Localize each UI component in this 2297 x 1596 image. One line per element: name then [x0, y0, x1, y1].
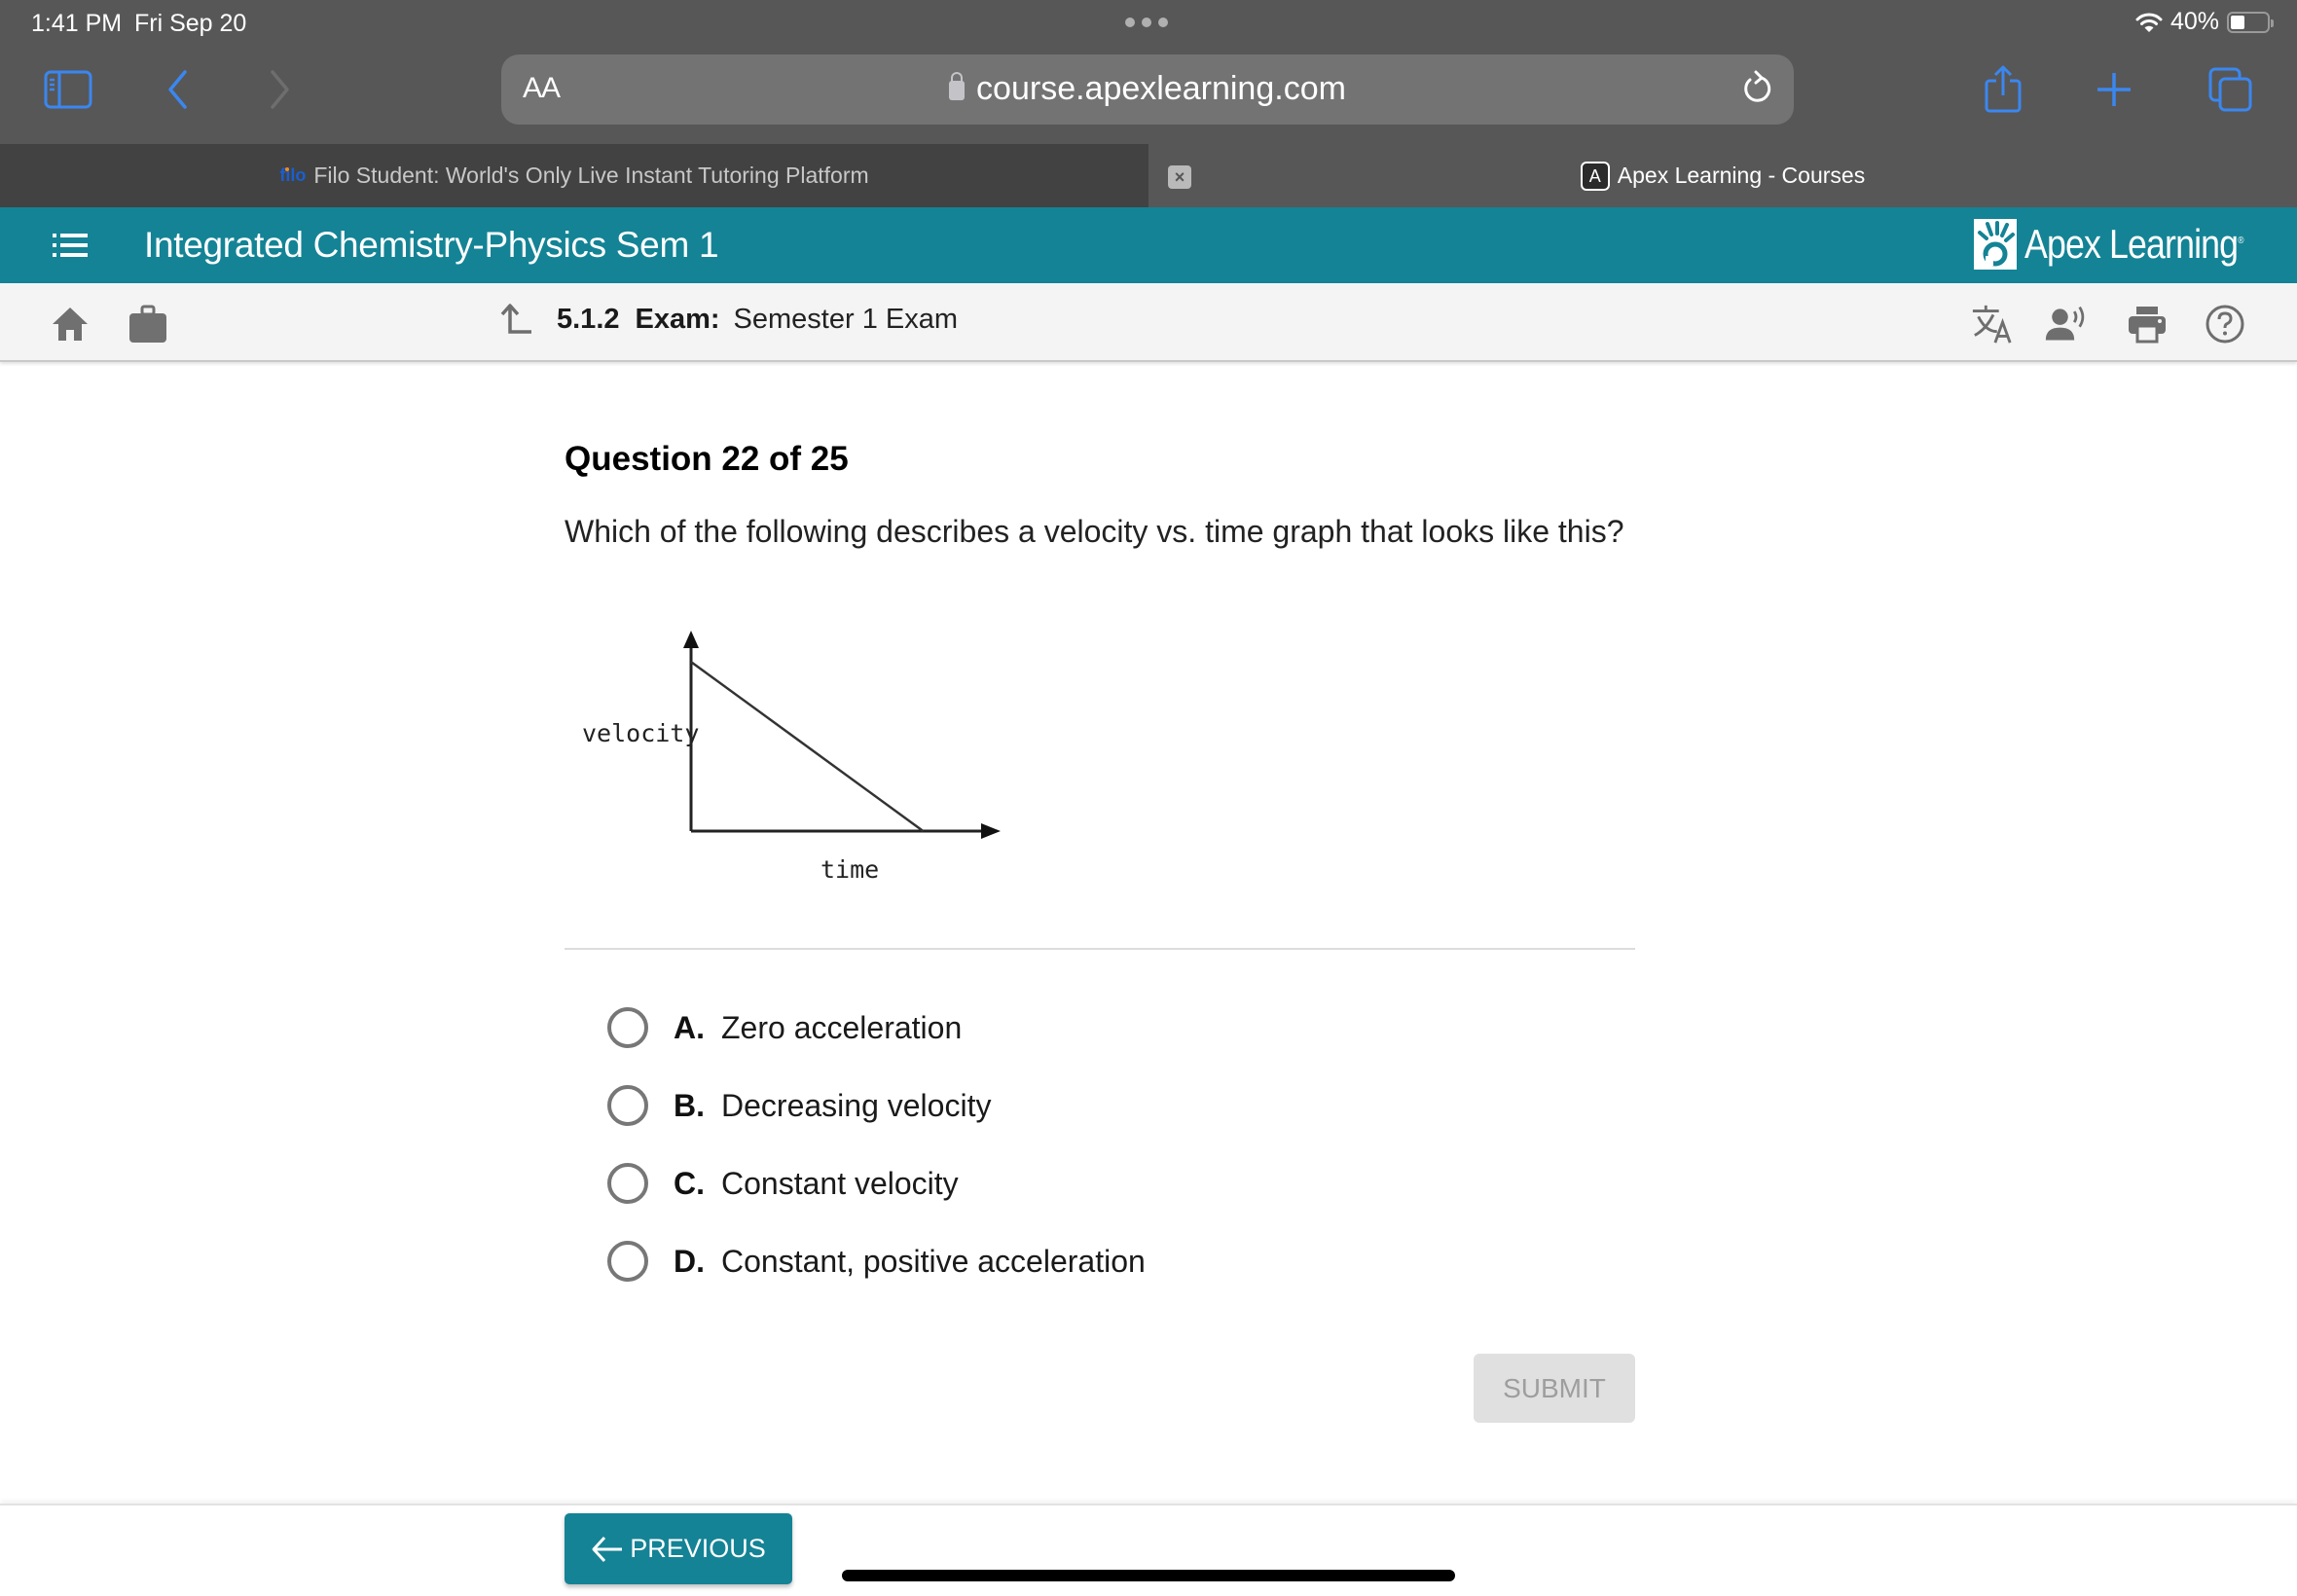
option-text: Constant velocity: [721, 1165, 959, 1201]
wifi-icon: [2135, 13, 2163, 32]
browser-tab-bar: filo Filo Student: World's Only Live Ins…: [0, 144, 2297, 207]
course-menu-button[interactable]: [51, 231, 90, 260]
series-line-velocity: [690, 661, 925, 833]
y-axis-arrow: [683, 631, 699, 648]
y-axis-label: velocity: [582, 719, 699, 747]
print-button[interactable]: [2126, 303, 2169, 345]
status-indicators: 40%: [2135, 8, 2274, 36]
reload-button[interactable]: [1741, 68, 1774, 112]
submit-button[interactable]: SUBMIT: [1474, 1354, 1635, 1423]
radio-button[interactable]: [607, 1241, 648, 1282]
arrow-left-icon: [592, 1536, 623, 1562]
status-time: 1:41 PM: [31, 10, 123, 37]
apex-favicon: A: [1580, 161, 1610, 191]
print-icon: [2129, 307, 2166, 344]
close-tab-button[interactable]: ×: [1168, 165, 1191, 189]
question-title: Question 22 of 25: [565, 440, 849, 478]
up-level-arrow-icon: [500, 304, 531, 334]
footer-bar: [0, 1504, 2297, 1596]
x-axis-label: time: [820, 855, 879, 884]
course-title: Integrated Chemistry-Physics Sem 1: [144, 225, 719, 265]
option-letter: C.: [674, 1165, 705, 1201]
forward-button[interactable]: [245, 54, 315, 125]
help-icon: [2206, 305, 2244, 344]
sidebar-icon: [44, 70, 92, 109]
browser-toolbar: AA course.apexlearning.com: [0, 54, 2297, 144]
answer-options: A. Zero acceleration B. Decreasing velocity…: [607, 989, 1146, 1300]
translate-icon: [1972, 305, 2012, 344]
translate-button[interactable]: [1971, 303, 2014, 345]
brand-name: Apex Learning®: [2024, 221, 2244, 267]
apex-learning-logo: Apex Learning®: [1973, 219, 2250, 270]
option-text: Decreasing velocity: [721, 1087, 992, 1123]
share-icon: [1985, 65, 2022, 113]
course-toolbar: 5.1.2 Exam: Semester 1 Exam: [0, 283, 2297, 362]
breadcrumb-type: Exam:: [635, 303, 720, 335]
option-text: Constant, positive acceleration: [721, 1243, 1146, 1279]
help-button[interactable]: [2204, 303, 2246, 345]
battery-icon: [2227, 11, 2274, 33]
breadcrumb[interactable]: 5.1.2 Exam: Semester 1 Exam: [498, 303, 958, 336]
read-aloud-button[interactable]: [2044, 303, 2087, 345]
back-button[interactable]: [142, 54, 212, 125]
option-letter: D.: [674, 1243, 705, 1279]
tab-label: Filo Student: World's Only Live Instant …: [313, 163, 869, 188]
previous-label: PREVIOUS: [630, 1534, 766, 1563]
share-button[interactable]: [1968, 54, 2038, 125]
breadcrumb-name: Semester 1 Exam: [733, 303, 959, 335]
list-menu-icon: [53, 234, 88, 257]
answer-option[interactable]: B. Decreasing velocity: [607, 1067, 1146, 1144]
status-bar: 1:41 PM Fri Sep 20 40%: [0, 0, 2297, 54]
new-tab-button[interactable]: [2079, 54, 2149, 125]
filo-favicon: filo: [279, 165, 307, 185]
lock-icon: [949, 72, 966, 100]
close-icon: ×: [1174, 167, 1185, 187]
sidebar-toggle-button[interactable]: [33, 54, 103, 125]
question-prompt: Which of the following describes a veloc…: [565, 514, 1624, 549]
radio-button[interactable]: [607, 1085, 648, 1126]
tab-apex-learning[interactable]: A Apex Learning - Courses: [1148, 144, 2297, 207]
briefcase-icon: [129, 305, 166, 343]
url-text[interactable]: course.apexlearning.com: [976, 70, 1346, 107]
address-bar[interactable]: AA course.apexlearning.com: [501, 54, 1794, 125]
question-divider: [565, 948, 1635, 950]
home-indicator[interactable]: [842, 1570, 1455, 1581]
option-letter: B.: [674, 1087, 705, 1123]
home-icon: [53, 308, 88, 341]
status-date: Fri Sep 20: [134, 10, 247, 37]
battery-percent: 40%: [2169, 8, 2219, 35]
chevron-left-icon: [168, 70, 187, 109]
previous-button[interactable]: PREVIOUS: [565, 1513, 792, 1584]
radio-button[interactable]: [607, 1163, 648, 1204]
chevron-right-icon: [271, 70, 289, 109]
velocity-time-graph: velocity time: [582, 631, 1001, 884]
multitasking-dots-icon[interactable]: [1125, 18, 1168, 27]
answer-option[interactable]: C. Constant velocity: [607, 1144, 1146, 1222]
answer-option[interactable]: A. Zero acceleration: [607, 989, 1146, 1067]
reload-icon: [1744, 70, 1771, 102]
tab-filo[interactable]: filo Filo Student: World's Only Live Ins…: [0, 144, 1148, 207]
tab-label: Apex Learning - Courses: [1617, 163, 1866, 188]
read-aloud-icon: [2045, 306, 2085, 341]
radio-button[interactable]: [607, 1007, 648, 1048]
briefcase-button[interactable]: [127, 303, 169, 345]
app-header: Integrated Chemistry-Physics Sem 1 Apex …: [0, 207, 2297, 283]
home-button[interactable]: [49, 303, 91, 345]
breadcrumb-number: 5.1.2: [557, 303, 620, 335]
x-axis-arrow: [981, 823, 1001, 839]
apex-logo-mark-icon: [1973, 219, 2017, 270]
option-text: Zero acceleration: [721, 1009, 963, 1045]
plus-icon: [2097, 73, 2131, 106]
option-letter: A.: [674, 1009, 705, 1045]
tabs-icon: [2208, 67, 2252, 112]
tabs-overview-button[interactable]: [2196, 54, 2266, 125]
answer-option[interactable]: D. Constant, positive acceleration: [607, 1222, 1146, 1300]
